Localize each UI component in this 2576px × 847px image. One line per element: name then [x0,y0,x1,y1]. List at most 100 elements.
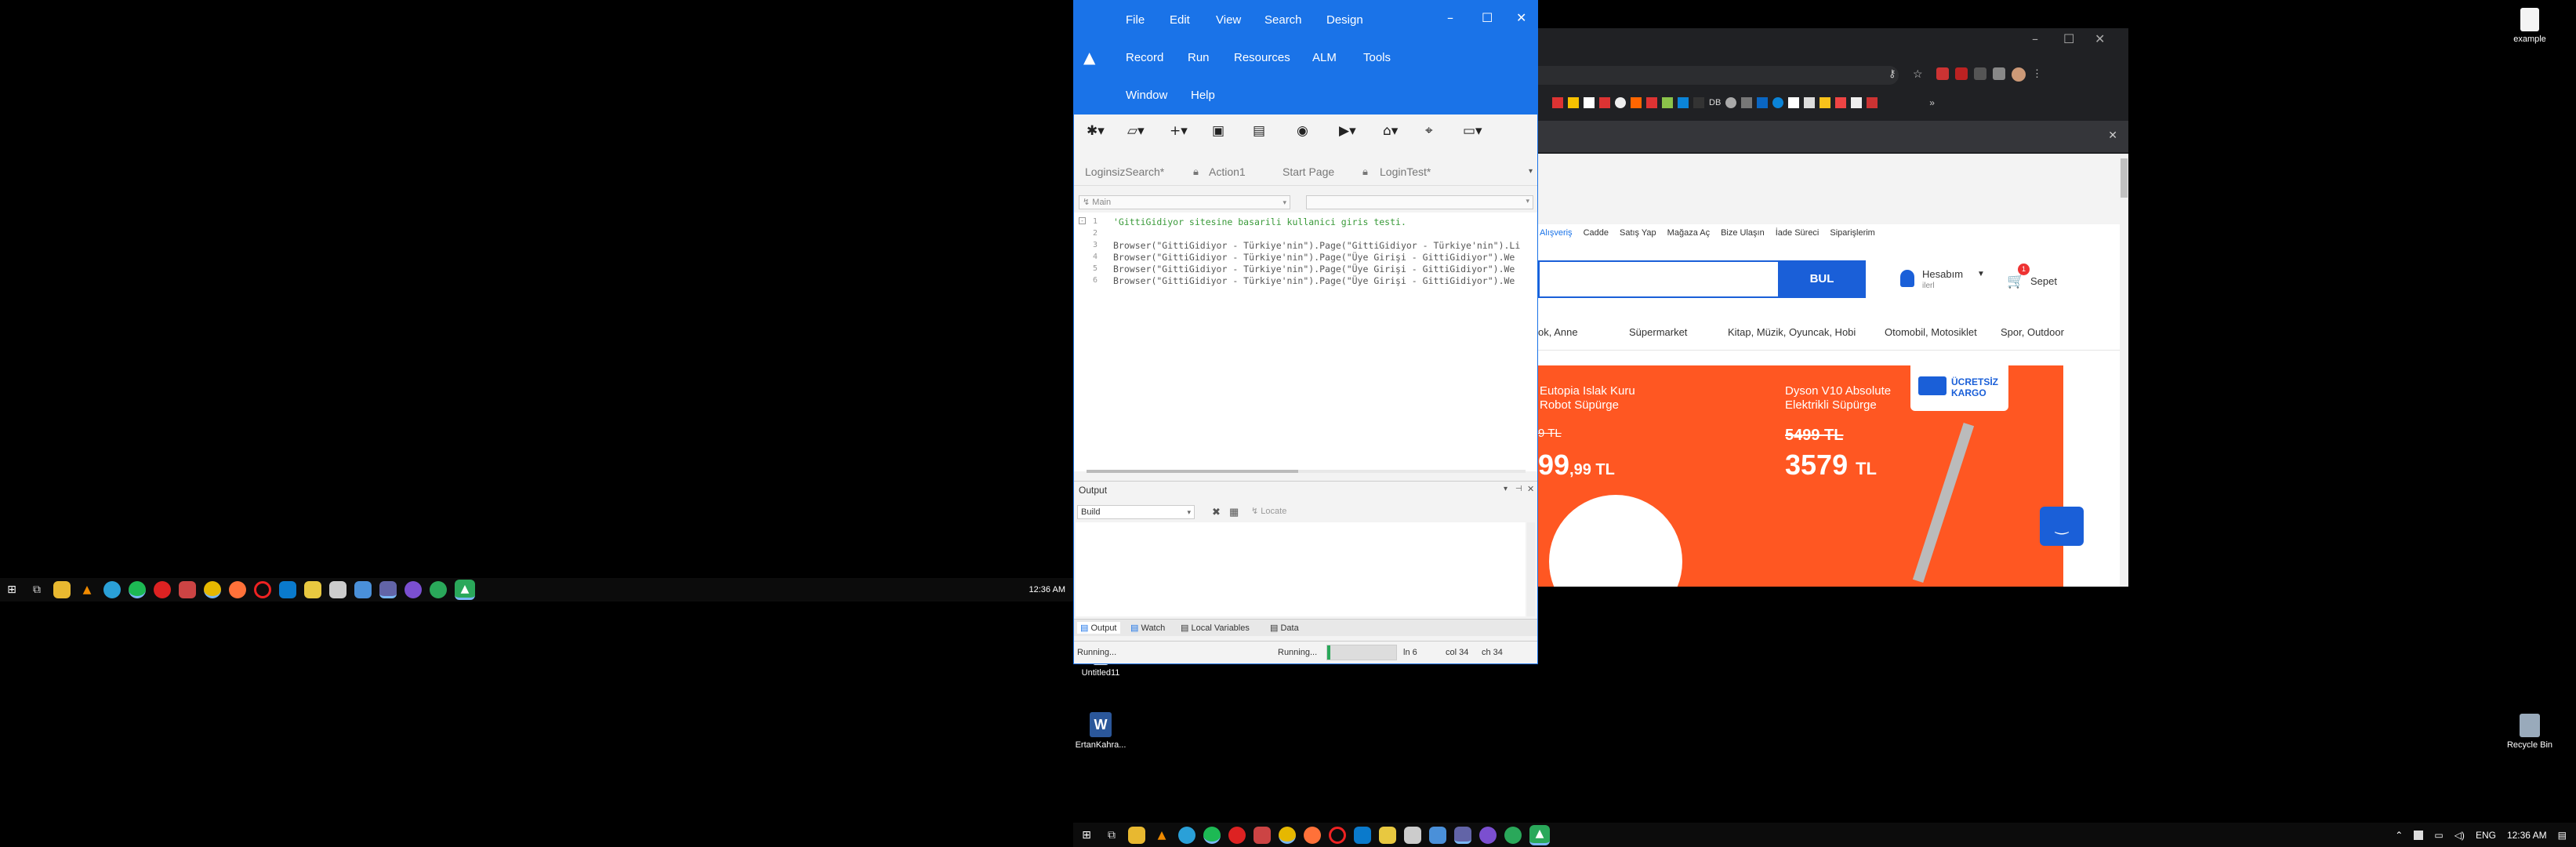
minimize-icon[interactable]: – [1447,10,1453,25]
cart-icon[interactable]: 🛒 [2007,273,2024,289]
category-link[interactable]: Otomobil, Motosiklet [1885,326,2001,345]
chevron-down-icon[interactable]: ▼ [1977,270,1985,278]
pane-menu-icon[interactable]: ▾ [1504,485,1508,493]
menu-run[interactable]: Run [1188,51,1210,64]
menu-tools[interactable]: Tools [1363,51,1391,64]
account-label[interactable]: Hesabım [1922,268,1963,280]
uft-taskbar-icon[interactable]: ▲ [1529,824,1550,845]
nav-link[interactable]: Alışveriş [1540,228,1573,244]
maximize-icon[interactable]: ☐ [1482,10,1493,25]
bookmarks-overflow-icon[interactable]: » [1929,97,1935,108]
menu-design[interactable]: Design [1326,13,1363,27]
tab-data[interactable]: ▤ Data [1270,623,1299,633]
chrome-icon[interactable] [204,581,221,598]
menu-search[interactable]: Search [1264,13,1302,27]
member-dropdown[interactable]: ▾ [1306,195,1533,209]
vlc-icon[interactable]: ▲ [1153,827,1170,844]
firefox-icon[interactable] [1304,826,1321,844]
tool-icon[interactable] [179,581,196,598]
bookmark-icon[interactable] [1835,97,1847,108]
discord-icon[interactable] [405,581,422,598]
open-icon[interactable]: ▱▾ [1127,123,1145,139]
menu-resources[interactable]: Resources [1234,51,1290,64]
chat-widget-button[interactable]: ‿ [2040,507,2084,546]
page-scrollbar[interactable] [2120,154,2128,587]
ext-counter-icon[interactable] [1955,67,1968,80]
category-link[interactable]: ok, Anne [1538,326,1629,345]
scope-dropdown[interactable]: ↯ Main ▾ [1079,195,1290,209]
browser-minimize-icon[interactable]: – [2032,31,2038,46]
copy-output-icon[interactable]: ▦ [1229,506,1239,518]
desktop-icon-example[interactable]: example [2494,8,2565,44]
bookmark-github-icon[interactable] [1615,97,1626,108]
locate-button[interactable]: ↯ Locate [1251,506,1286,516]
vlc-icon[interactable]: ▲ [78,581,96,598]
output-vscroll[interactable] [1527,522,1535,616]
opera-icon[interactable] [1329,826,1346,844]
network-icon[interactable] [1429,826,1446,844]
tab-watch[interactable]: ▤ Watch [1130,623,1165,633]
close-icon[interactable]: ✕ [1516,10,1526,25]
network-tray-icon[interactable]: ▭ [2434,830,2443,841]
task-view-icon[interactable]: ⧉ [28,581,45,598]
address-bar[interactable] [1538,66,1899,85]
ext-uft-icon[interactable] [1993,67,2005,80]
nav-link[interactable]: Siparişlerim [1830,228,1874,244]
category-link[interactable]: Spor, Outdoor [2001,326,2110,345]
file-explorer-icon[interactable] [1128,826,1145,844]
tab-loginsizsearch[interactable]: LoginsizSearch* [1085,165,1164,178]
discord-icon[interactable] [1479,826,1497,844]
category-link[interactable]: Kitap, Müzik, Oyuncak, Hobi [1728,326,1885,345]
add-icon[interactable]: +▾ [1170,123,1188,139]
bookmark-icon[interactable] [1804,97,1816,108]
menu-record[interactable]: Record [1126,51,1163,64]
cart-label[interactable]: Sepet [2030,275,2057,287]
bookmark-icon[interactable] [1741,97,1753,108]
browser-maximize-icon[interactable]: ☐ [2063,31,2074,46]
object-repository-icon[interactable]: ⌂▾ [1383,123,1398,139]
layout-icon[interactable]: ▭▾ [1463,123,1482,139]
notes-icon[interactable] [304,581,321,598]
bookmark-icon[interactable] [1678,97,1689,108]
notes-icon[interactable] [1379,826,1396,844]
search-button[interactable]: BUL [1778,260,1866,298]
tool-icon[interactable] [1254,826,1271,844]
spotify-icon[interactable] [1203,826,1221,844]
collapse-icon[interactable]: - [1079,217,1086,224]
star-icon[interactable]: ☆ [1913,67,1923,81]
pane-close-icon[interactable]: ✕ [1527,484,1534,494]
opera-icon[interactable] [254,581,271,598]
editor-hscroll[interactable] [1087,470,1526,473]
record-icon[interactable] [1228,826,1246,844]
nav-link[interactable]: İade Süreci [1776,228,1820,244]
ext-tool-icon[interactable] [1974,67,1986,80]
start-icon[interactable]: ⊞ [1078,827,1095,844]
pin-icon[interactable]: ⊣ [1515,485,1522,493]
notifications-icon[interactable]: ▤ [2558,830,2567,841]
language-indicator[interactable]: ENG [2476,830,2496,841]
output-text-area[interactable] [1076,522,1526,616]
nav-link[interactable]: Satış Yap [1620,228,1656,244]
spotify-icon[interactable] [129,581,146,598]
edge-icon[interactable] [103,581,121,598]
search-input[interactable] [1538,260,1778,298]
bookmark-gmail-icon[interactable] [1552,97,1563,108]
code-editor[interactable]: 1 2 3 4 5 6 - 'GittiGidiyor sitesine bas… [1074,213,1537,473]
key-icon[interactable]: ⚷ [1888,67,1896,80]
bookmark-icon[interactable] [1646,97,1657,108]
nav-link[interactable]: Cadde [1584,228,1609,244]
tab-start-page[interactable]: Start Page [1283,165,1334,178]
bookmark-icon[interactable] [1851,97,1863,108]
ext-adblock-icon[interactable] [1936,67,1949,80]
scrollbar-thumb[interactable] [2121,158,2128,198]
chrome-icon[interactable] [1279,826,1296,844]
teams-icon[interactable] [1454,826,1471,844]
infobar-close-icon[interactable]: ✕ [2108,129,2117,142]
tray-chevron-icon[interactable]: ⌃ [2395,830,2403,841]
hscroll-thumb[interactable] [1087,470,1298,473]
bookmark-icon[interactable] [1772,97,1784,108]
nav-link[interactable]: Bize Ulaşın [1721,228,1765,244]
profile-avatar[interactable] [2012,67,2026,82]
teams-icon[interactable] [379,581,397,598]
tab-logintest[interactable]: LoginTest* [1380,165,1431,178]
